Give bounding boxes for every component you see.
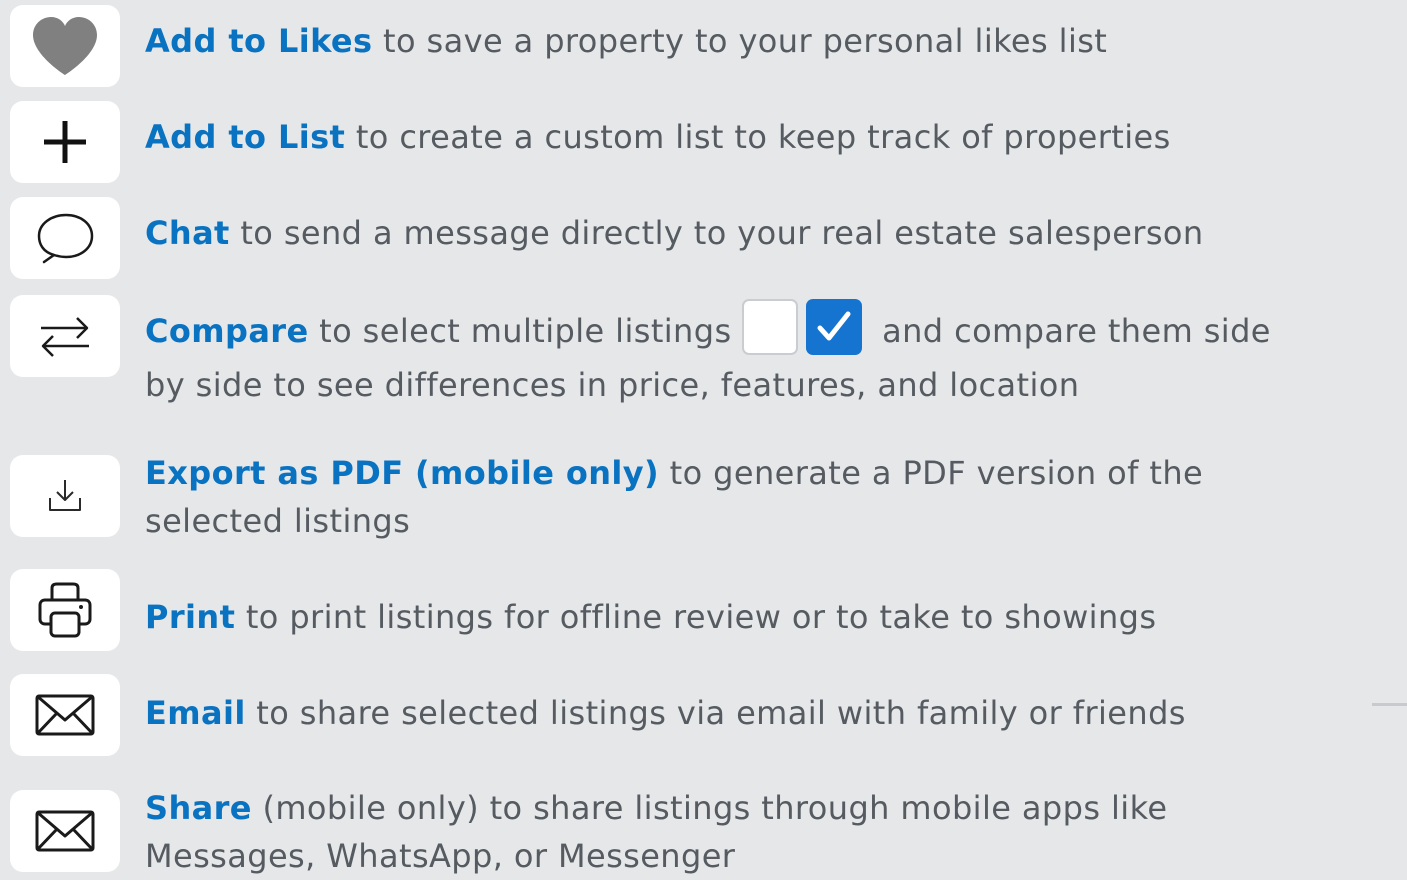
chat-bubble-icon — [37, 213, 94, 264]
email-text: to share selected listings via email wit… — [245, 694, 1186, 732]
likes-icon-button[interactable] — [10, 5, 120, 87]
envelope-icon — [35, 694, 95, 736]
printer-icon — [38, 582, 92, 638]
chat-keyword: Chat — [145, 214, 230, 252]
compare-keyword: Compare — [145, 312, 309, 350]
export-pdf-keyword: Export as PDF (mobile only) — [145, 454, 660, 492]
print-description: Print to print listings for offline revi… — [145, 593, 1400, 641]
compare-text-before: to select multiple listings — [308, 312, 732, 350]
envelope-icon — [35, 810, 95, 852]
print-text: to print listings for offline review or … — [235, 598, 1157, 636]
list-keyword: Add to List — [145, 118, 346, 156]
compare-description: Compare to select multiple listings and … — [145, 299, 1400, 409]
compare-arrows-icon — [41, 317, 89, 357]
checkbox-unchecked-example — [741, 299, 798, 355]
export-pdf-text-line2: selected listings — [145, 502, 411, 540]
share-icon-button[interactable] — [10, 790, 120, 872]
plus-icon — [44, 121, 86, 163]
checkbox-checked-example — [805, 299, 862, 355]
heart-icon — [33, 17, 97, 75]
export-pdf-text: to generate a PDF version of the — [659, 454, 1204, 492]
email-keyword: Email — [145, 694, 246, 732]
divider-fragment — [1372, 703, 1407, 706]
chat-text: to send a message directly to your real … — [229, 214, 1204, 252]
compare-text-after: and compare them side — [871, 312, 1271, 350]
chat-icon-button[interactable] — [10, 197, 120, 279]
likes-text: to save a property to your personal like… — [372, 22, 1108, 60]
list-icon-button[interactable] — [10, 101, 120, 183]
print-keyword: Print — [145, 598, 236, 636]
share-keyword: Share — [145, 789, 252, 827]
compare-icon-button[interactable] — [10, 295, 120, 377]
likes-description: Add to Likes to save a property to your … — [145, 17, 1400, 65]
print-icon-button[interactable] — [10, 569, 120, 651]
compare-text-line2: by side to see differences in price, fea… — [145, 366, 1080, 404]
share-text: (mobile only) to share listings through … — [251, 789, 1168, 827]
list-description: Add to List to create a custom list to k… — [145, 113, 1400, 161]
email-description: Email to share selected listings via ema… — [145, 689, 1400, 737]
download-icon — [49, 480, 81, 511]
checkmark-icon — [817, 311, 851, 341]
email-icon-button[interactable] — [10, 674, 120, 756]
export-pdf-description: Export as PDF (mobile only) to generate … — [145, 449, 1400, 545]
share-text-line2: Messages, WhatsApp, or Messenger — [145, 837, 736, 875]
chat-description: Chat to send a message directly to your … — [145, 209, 1400, 257]
export-pdf-icon-button[interactable] — [10, 455, 120, 537]
likes-keyword: Add to Likes — [145, 22, 373, 60]
list-text: to create a custom list to keep track of… — [345, 118, 1171, 156]
share-description: Share (mobile only) to share listings th… — [145, 784, 1400, 880]
